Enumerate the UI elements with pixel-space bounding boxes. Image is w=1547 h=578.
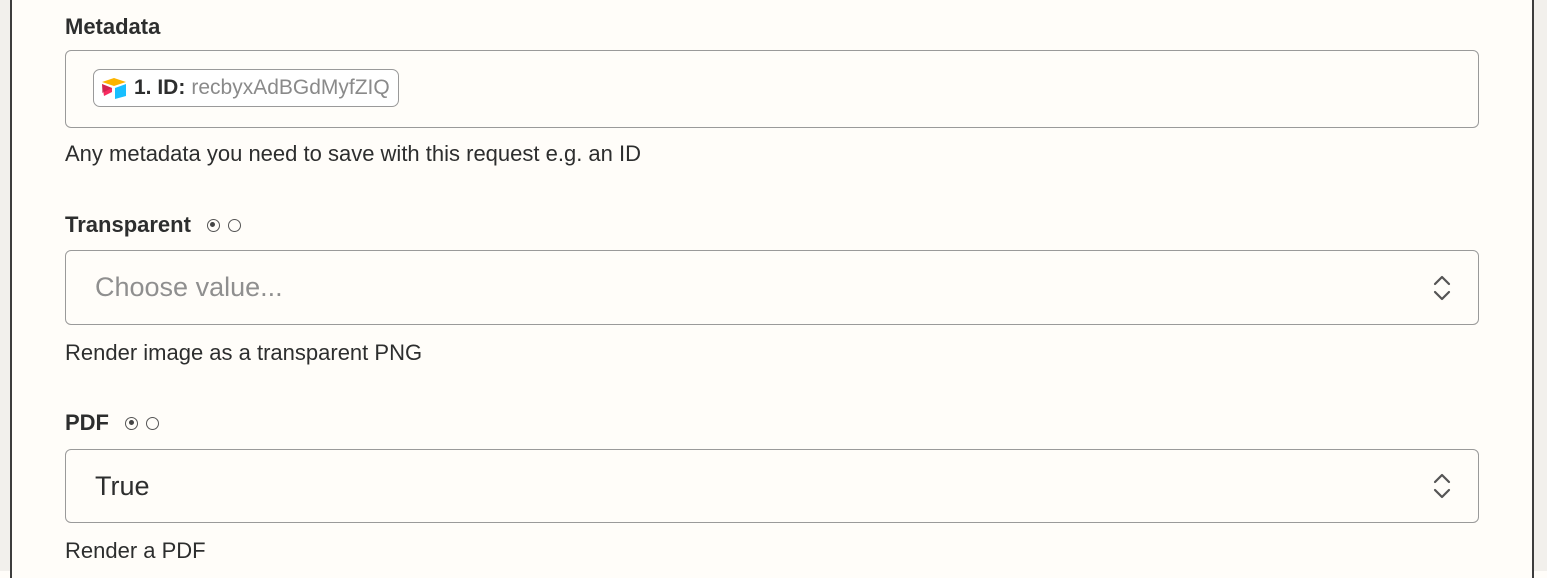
metadata-label-text: Metadata xyxy=(65,14,161,39)
pdf-mode-radio-custom[interactable] xyxy=(146,416,159,430)
window-margin-right xyxy=(1532,0,1547,571)
pdf-help-text: Render a PDF xyxy=(65,538,206,563)
transparent-label-text: Transparent xyxy=(65,212,191,237)
transparent-select-placeholder: Choose value... xyxy=(95,272,283,302)
metadata-help-text: Any metadata you need to save with this … xyxy=(65,141,642,166)
transparent-help-text: Render image as a transparent PNG xyxy=(65,340,423,365)
metadata-input[interactable]: 1. ID: recbyxAdBGdMyfZIQ xyxy=(65,50,1479,128)
transparent-label: Transparent xyxy=(65,210,241,240)
window-margin-left xyxy=(0,0,10,571)
chevron-up-down-icon xyxy=(1433,473,1451,499)
pdf-select[interactable]: True xyxy=(65,449,1479,523)
transparent-select[interactable]: Choose value... xyxy=(65,250,1479,325)
pdf-select-value: True xyxy=(95,470,150,501)
transparent-mode-radio-fixed[interactable] xyxy=(206,218,220,232)
metadata-id-pill-key: 1. ID: xyxy=(134,76,186,99)
pdf-mode-radio-fixed[interactable] xyxy=(125,416,138,430)
pdf-mode-toggle xyxy=(125,416,159,430)
metadata-id-pill-value: recbyxAdBGdMyfZIQ xyxy=(191,76,390,99)
transparent-mode-radio-custom[interactable] xyxy=(227,218,241,232)
airtable-icon xyxy=(102,78,126,99)
chevron-up-down-icon xyxy=(1433,275,1451,300)
transparent-mode-toggle xyxy=(206,218,241,232)
metadata-label: Metadata xyxy=(65,12,160,42)
metadata-id-pill[interactable]: 1. ID: recbyxAdBGdMyfZIQ xyxy=(93,69,399,107)
pdf-label: PDF xyxy=(65,408,159,438)
pdf-label-text: PDF xyxy=(65,410,109,435)
